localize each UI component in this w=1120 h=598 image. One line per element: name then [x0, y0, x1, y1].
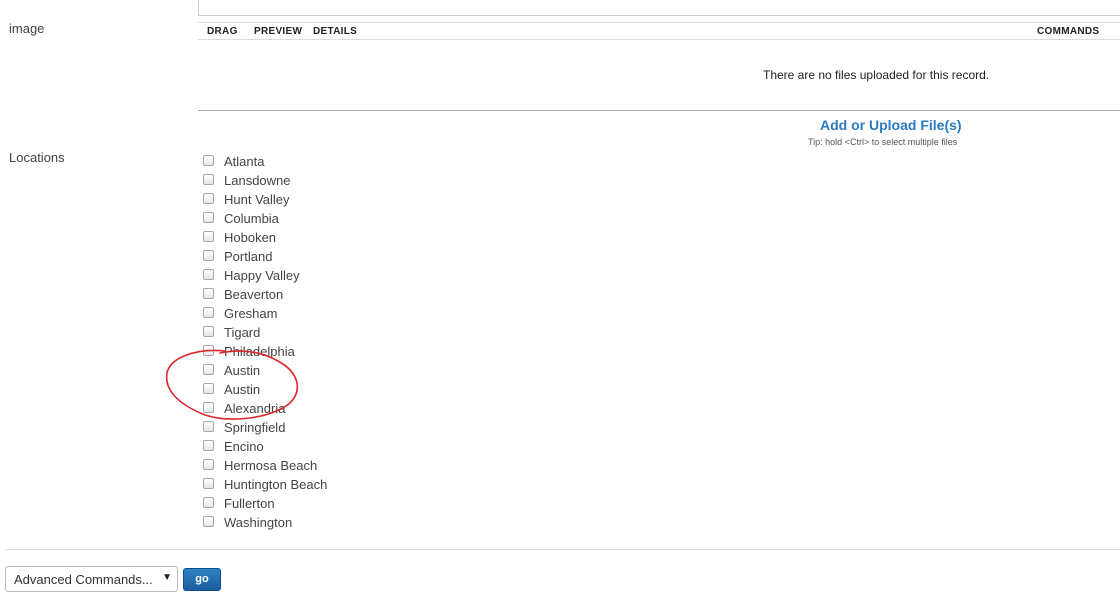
files-separator — [198, 110, 1120, 111]
location-item[interactable]: Atlanta — [201, 152, 327, 171]
location-label: Fullerton — [224, 496, 275, 511]
footer-separator — [5, 549, 1120, 550]
location-label: Philadelphia — [224, 344, 295, 359]
location-checkbox[interactable] — [203, 192, 214, 204]
advanced-commands-select[interactable]: Advanced Commands... ▼ — [5, 566, 178, 592]
location-checkbox[interactable] — [203, 287, 214, 299]
location-item[interactable]: Happy Valley — [201, 266, 327, 285]
location-checkbox[interactable] — [203, 420, 214, 432]
location-item[interactable]: Hermosa Beach — [201, 456, 327, 475]
location-checkbox[interactable] — [203, 363, 214, 375]
location-label: Gresham — [224, 306, 278, 321]
location-label: Washington — [224, 515, 293, 530]
image-field-label: image — [9, 21, 45, 36]
locations-checkbox-list: Atlanta Lansdowne Hunt Valley Columbia Hobok… — [201, 152, 327, 532]
location-item[interactable]: Hunt Valley — [201, 190, 327, 209]
location-checkbox[interactable] — [203, 268, 214, 280]
location-label: Huntington Beach — [224, 477, 328, 492]
location-item[interactable]: Lansdowne — [201, 171, 327, 190]
location-checkbox[interactable] — [203, 401, 214, 413]
location-label: Beaverton — [224, 287, 284, 302]
location-label: Springfield — [224, 420, 286, 435]
location-label: Encino — [224, 439, 264, 454]
location-label: Lansdowne — [224, 173, 291, 188]
no-files-text: There are no files uploaded for this rec… — [763, 68, 990, 82]
location-label: Alexandria — [224, 401, 286, 416]
dropdown-arrow-icon: ▼ — [162, 572, 172, 583]
location-checkbox[interactable] — [203, 344, 214, 356]
location-item[interactable]: Tigard — [201, 323, 327, 342]
location-item[interactable]: Austin — [201, 361, 327, 380]
location-item[interactable]: Beaverton — [201, 285, 327, 304]
column-drag: DRAG — [207, 26, 238, 37]
location-checkbox[interactable] — [203, 306, 214, 318]
location-checkbox[interactable] — [203, 154, 214, 166]
location-item[interactable]: Hoboken — [201, 228, 327, 247]
go-button[interactable]: go — [183, 568, 221, 591]
column-preview: PREVIEW — [254, 26, 303, 37]
location-item[interactable]: Alexandria — [201, 399, 327, 418]
location-item[interactable]: Austin — [201, 380, 327, 399]
upload-tip: Tip: hold <Ctrl> to select multiple file… — [808, 137, 958, 147]
column-details: DETAILS — [313, 26, 358, 37]
location-label: Hermosa Beach — [224, 458, 318, 473]
location-label: Austin — [224, 382, 261, 397]
location-item[interactable]: Washington — [201, 513, 327, 532]
location-label: Columbia — [224, 211, 279, 226]
location-checkbox[interactable] — [203, 173, 214, 185]
location-label: Happy Valley — [224, 268, 300, 283]
advanced-commands-value: Advanced Commands... — [14, 572, 153, 587]
location-label: Portland — [224, 249, 273, 264]
location-item[interactable]: Huntington Beach — [201, 475, 327, 494]
image-input-box — [198, 0, 1120, 16]
location-checkbox[interactable] — [203, 496, 214, 508]
location-checkbox[interactable] — [203, 477, 214, 489]
location-checkbox[interactable] — [203, 249, 214, 261]
location-item[interactable]: Philadelphia — [201, 342, 327, 361]
location-item[interactable]: Fullerton — [201, 494, 327, 513]
location-checkbox[interactable] — [203, 325, 214, 337]
files-table-header: DRAG PREVIEW DETAILS COMMANDS — [198, 22, 1120, 40]
location-checkbox[interactable] — [203, 211, 214, 223]
column-commands: COMMANDS — [1037, 26, 1100, 37]
locations-field-label: Locations — [9, 150, 65, 165]
location-label: Hoboken — [224, 230, 277, 245]
location-checkbox[interactable] — [203, 458, 214, 470]
location-checkbox[interactable] — [203, 230, 214, 242]
no-files-message: There are no files uploaded for this rec… — [198, 68, 1120, 82]
location-label: Atlanta — [224, 154, 265, 169]
location-checkbox[interactable] — [203, 515, 214, 527]
location-item[interactable]: Columbia — [201, 209, 327, 228]
location-item[interactable]: Springfield — [201, 418, 327, 437]
location-label: Hunt Valley — [224, 192, 290, 207]
location-item[interactable]: Encino — [201, 437, 327, 456]
location-label: Tigard — [224, 325, 261, 340]
add-upload-files-link[interactable]: Add or Upload File(s) — [820, 117, 962, 133]
location-item[interactable]: Gresham — [201, 304, 327, 323]
location-item[interactable]: Portland — [201, 247, 327, 266]
location-label: Austin — [224, 363, 261, 378]
location-checkbox[interactable] — [203, 382, 214, 394]
location-checkbox[interactable] — [203, 439, 214, 451]
